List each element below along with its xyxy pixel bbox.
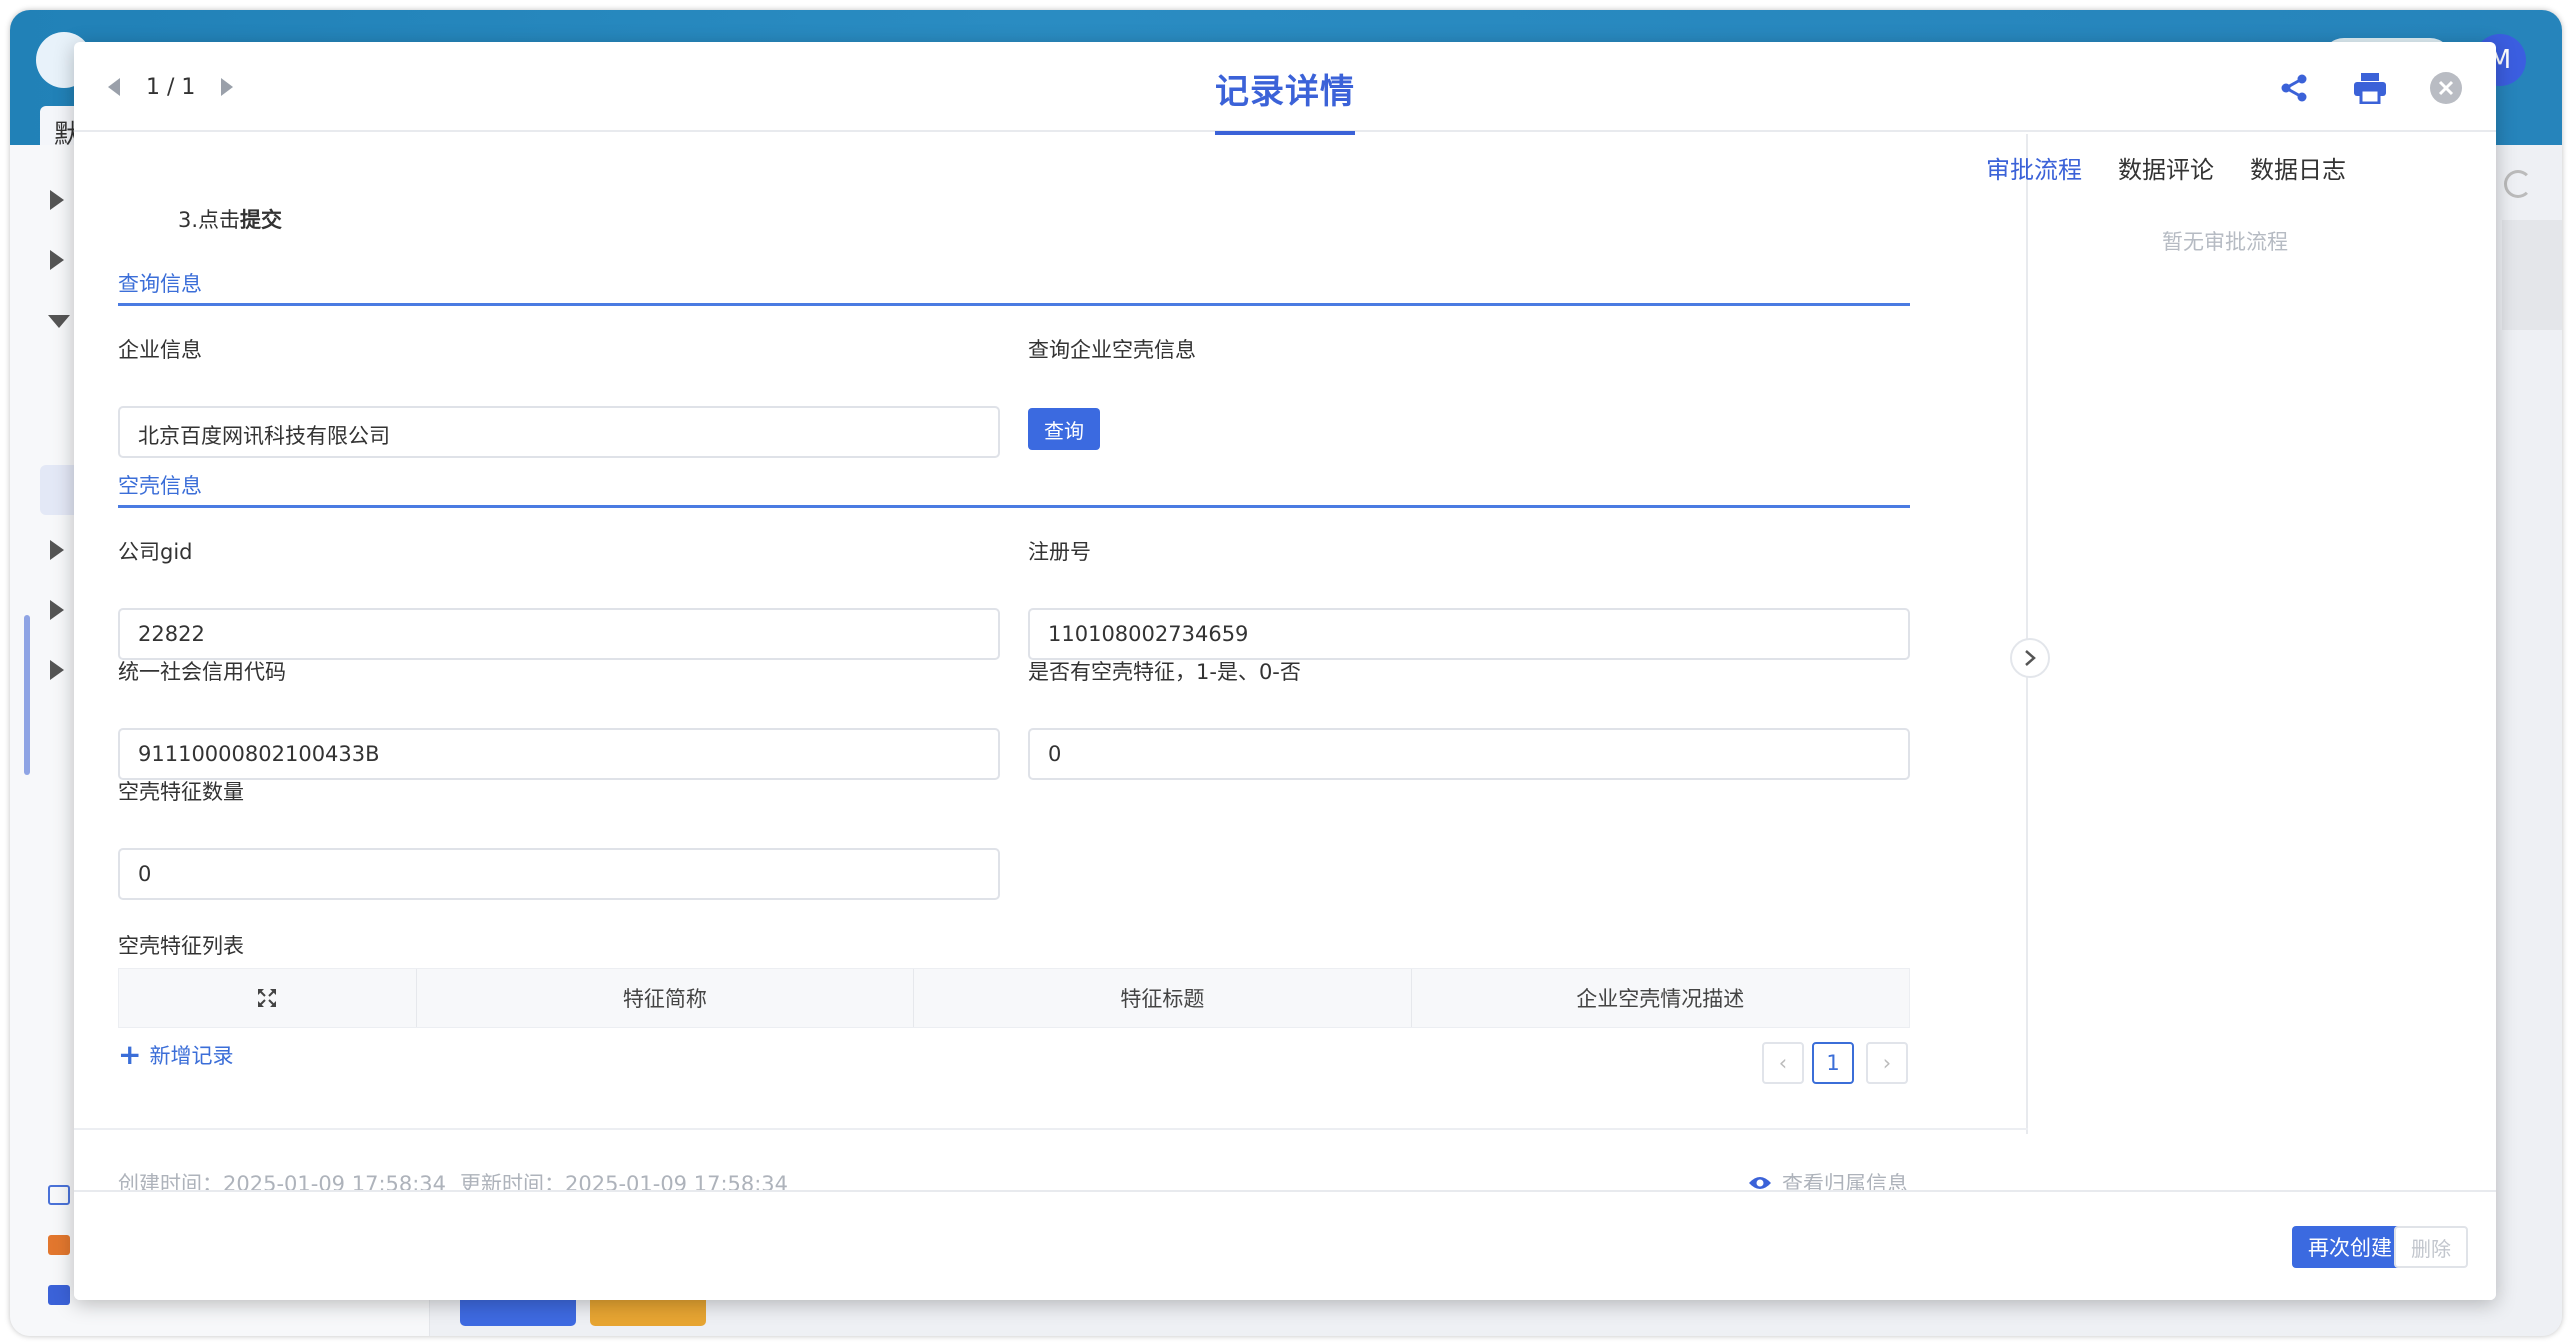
folder-icon[interactable]	[48, 1285, 70, 1305]
background-panel	[2502, 220, 2562, 330]
reg-label: 注册号	[1028, 540, 1091, 564]
side-panel-tabs: 审批流程 数据评论 数据日志	[1986, 150, 2346, 185]
has-shell-input[interactable]: 0	[1028, 728, 1910, 780]
expand-arrow-icon[interactable]	[50, 250, 64, 270]
expand-arrow-icon[interactable]	[50, 540, 64, 560]
step-prefix: 3.点击	[178, 208, 241, 232]
next-page-button[interactable]: ›	[1866, 1042, 1908, 1084]
column-header: 企业空壳情况描述	[1576, 987, 1745, 1011]
recreate-button[interactable]: 再次创建	[2292, 1226, 2408, 1268]
table-icon[interactable]	[48, 1235, 70, 1255]
expand-table-icon[interactable]	[119, 969, 417, 1027]
prev-record-icon[interactable]	[108, 78, 120, 96]
column-header: 特征标题	[914, 969, 1412, 1027]
collapse-panel-button[interactable]	[2010, 638, 2050, 678]
tab-approval-flow[interactable]: 审批流程	[1986, 150, 2082, 185]
has-shell-label: 是否有空壳特征，1-是、0-否	[1028, 660, 1301, 684]
page-number-button[interactable]: 1	[1812, 1042, 1854, 1084]
step-bold: 提交	[240, 208, 283, 232]
chevron-right-icon	[2025, 650, 2036, 666]
next-record-icon[interactable]	[221, 78, 234, 96]
add-record-label: 新增记录	[149, 1044, 234, 1068]
credit-label: 统一社会信用代码	[118, 660, 286, 684]
query-label: 查询企业空壳信息	[1028, 338, 1196, 362]
record-content: 3.点击提交 查询信息 企业信息 北京百度网讯科技有限公司 查询企业空壳信息 查…	[74, 134, 2028, 1196]
record-detail-modal: 1 / 1 记录详情 3.点击提交 查询信息 企业信息 北京百度网讯科技有限公司…	[74, 42, 2496, 1300]
empty-approval-text: 暂无审批流程	[2162, 230, 2288, 254]
collapse-arrow-icon[interactable]	[48, 315, 70, 328]
modal-title: 记录详情	[1215, 64, 1355, 135]
gid-input[interactable]: 22822	[118, 608, 1000, 660]
eye-icon	[1749, 1177, 1771, 1189]
gid-label: 公司gid	[118, 540, 193, 564]
expand-arrow-icon[interactable]	[50, 660, 64, 680]
count-input[interactable]: 0	[118, 848, 1000, 900]
reg-input[interactable]: 110108002734659	[1028, 608, 1910, 660]
content-divider	[74, 1128, 2028, 1130]
modal-header: 1 / 1 记录详情	[74, 42, 2496, 135]
section-shell-info: 空壳信息	[118, 466, 1910, 508]
sidebar-scrollbar[interactable]	[24, 615, 30, 775]
column-header: 特征简称	[417, 969, 915, 1027]
expand-arrow-icon[interactable]	[50, 190, 64, 210]
tab-data-log[interactable]: 数据日志	[2250, 150, 2346, 185]
list-label: 空壳特征列表	[118, 934, 244, 958]
feature-table-header: 特征简称 特征标题 企业空壳情况描述	[118, 968, 1910, 1028]
expand-arrow-icon[interactable]	[50, 600, 64, 620]
add-record-button[interactable]: + 新增记录	[118, 1040, 233, 1070]
credit-input[interactable]: 91110000802100433B	[118, 728, 1000, 780]
prev-page-button[interactable]: ‹	[1762, 1042, 1804, 1084]
modal-footer	[74, 1190, 2496, 1300]
form-icon[interactable]	[48, 1185, 70, 1205]
step-instruction: 3.点击提交	[178, 204, 282, 234]
plus-icon: +	[118, 1038, 142, 1071]
count-label: 空壳特征数量	[118, 780, 244, 804]
header-actions	[2274, 68, 2466, 108]
delete-button[interactable]: 删除	[2394, 1226, 2468, 1268]
record-pager: 1 / 1	[108, 70, 234, 104]
section-query-info: 查询信息	[118, 264, 1910, 306]
tab-data-comments[interactable]: 数据评论	[2118, 150, 2214, 185]
pager-text: 1 / 1	[146, 74, 196, 100]
share-icon[interactable]	[2274, 68, 2314, 108]
enterprise-label: 企业信息	[118, 338, 202, 362]
enterprise-input[interactable]: 北京百度网讯科技有限公司	[118, 406, 1000, 458]
query-button[interactable]: 查询	[1028, 408, 1100, 450]
refresh-icon[interactable]	[2504, 170, 2532, 198]
print-icon[interactable]	[2350, 68, 2390, 108]
close-icon[interactable]	[2426, 68, 2466, 108]
